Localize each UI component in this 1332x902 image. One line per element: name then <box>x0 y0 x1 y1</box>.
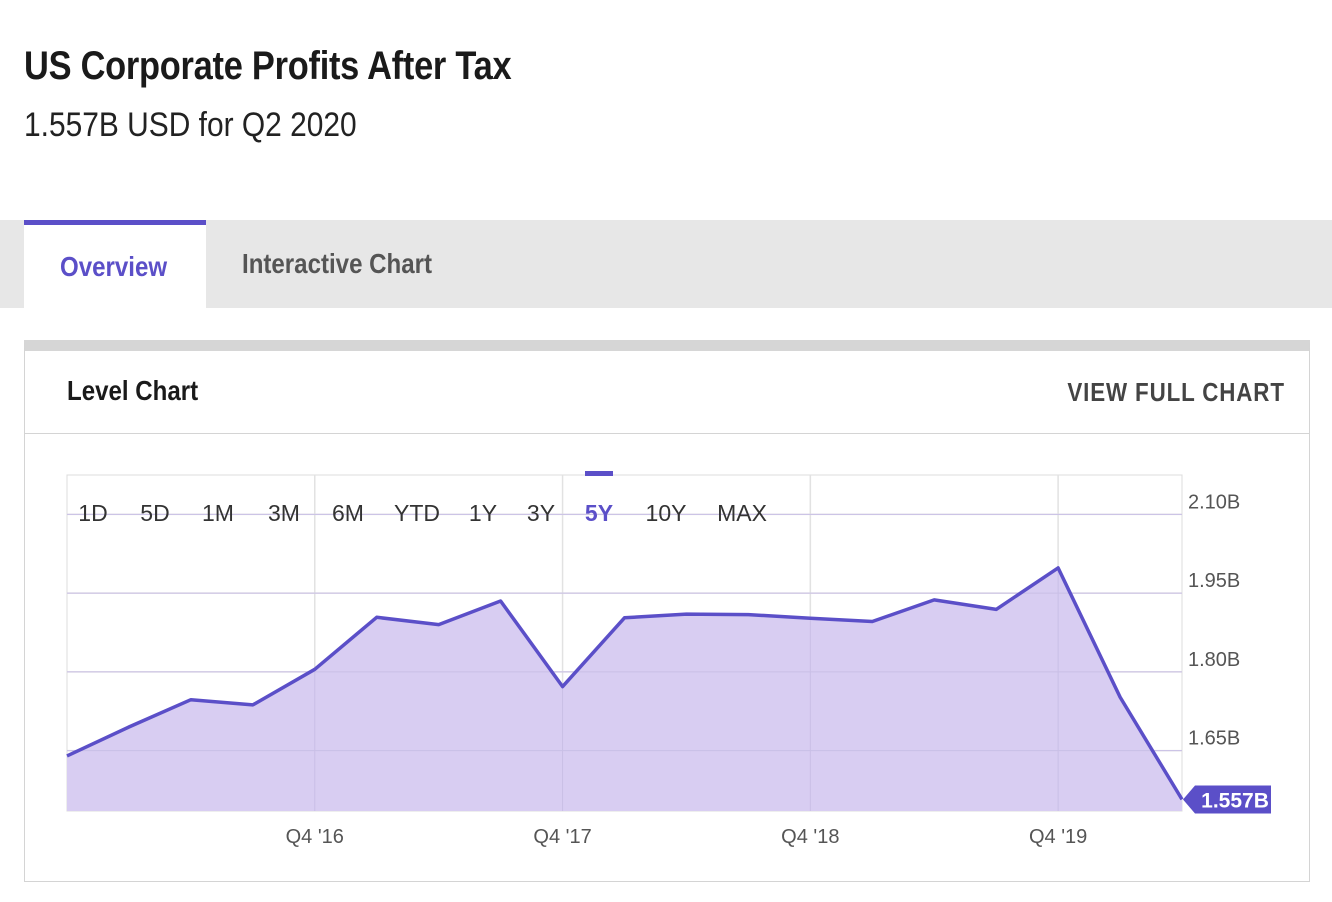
x-tick-label: Q4 '17 <box>533 826 591 848</box>
y-tick-label: 2.10B <box>1188 491 1240 513</box>
range-button-label: 10Y <box>646 500 687 526</box>
range-button-label: 6M <box>332 500 364 526</box>
range-button-label: 1D <box>78 500 107 526</box>
range-button-3m[interactable]: 3M <box>268 500 300 526</box>
range-button-label: 5D <box>140 500 169 526</box>
y-tick-label: 1.65B <box>1188 728 1240 750</box>
page-subtitle: 1.557B USD for Q2 2020 <box>24 106 357 144</box>
last-value-label: 1.557B <box>1201 789 1269 812</box>
x-tick-label: Q4 '18 <box>781 826 839 848</box>
page-title: US Corporate Profits After Tax <box>24 44 512 88</box>
tab-bar: Overview Interactive Chart <box>0 220 1332 308</box>
range-button-1y[interactable]: 1Y <box>469 500 497 526</box>
range-button-max[interactable]: MAX <box>717 500 767 526</box>
range-button-label: MAX <box>717 500 767 526</box>
level-chart-card: Level Chart VIEW FULL CHART 1.65B 1.80B 1.… <box>24 340 1310 882</box>
y-tick-label: 1.95B <box>1188 570 1240 592</box>
range-button-label: 1Y <box>469 500 497 526</box>
range-button-5d[interactable]: 5D <box>140 500 169 526</box>
range-button-label: 3Y <box>527 500 555 526</box>
range-button-10y[interactable]: 10Y <box>646 500 687 526</box>
range-button-3y[interactable]: 3Y <box>527 500 555 526</box>
tab-overview-label: Overview <box>60 250 168 282</box>
range-button-6m[interactable]: 6M <box>332 500 364 526</box>
range-button-label: 1M <box>202 500 234 526</box>
x-tick-label: Q4 '16 <box>286 826 344 848</box>
x-tick-label: Q4 '19 <box>1029 826 1087 848</box>
range-selected-indicator <box>585 471 613 476</box>
tab-interactive-chart-label: Interactive Chart <box>242 248 433 279</box>
range-button-1m[interactable]: 1M <box>202 500 234 526</box>
tab-interactive-chart[interactable]: Interactive Chart <box>242 220 463 308</box>
range-button-label: YTD <box>394 500 440 526</box>
level-chart: 1.65B 1.80B 1.95B 2.10B Q4 '16 Q4 '17 Q4 '18 Q4… <box>66 471 1271 848</box>
range-button-label: 5Y <box>585 500 613 526</box>
tab-overview[interactable]: Overview <box>24 220 206 308</box>
y-tick-label: 1.80B <box>1188 649 1240 671</box>
range-button-ytd[interactable]: YTD <box>394 500 440 526</box>
range-button-1d[interactable]: 1D <box>78 500 107 526</box>
range-button-label: 3M <box>268 500 300 526</box>
